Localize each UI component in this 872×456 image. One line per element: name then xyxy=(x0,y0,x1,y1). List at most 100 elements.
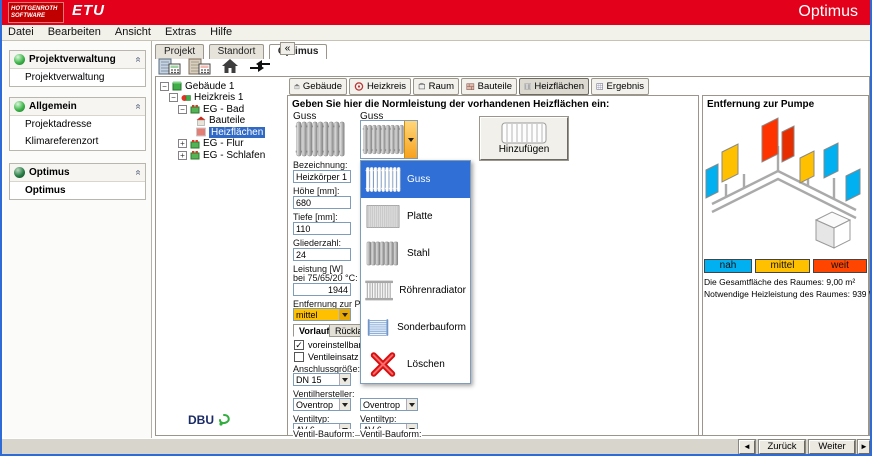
dropdown-option-stahl[interactable]: Stahl xyxy=(361,235,470,272)
step-bauteile[interactable]: Bauteile xyxy=(461,78,517,95)
tree-expander-icon[interactable]: + xyxy=(178,151,187,160)
hoehe-input[interactable] xyxy=(293,196,351,209)
checkbox-unchecked-icon[interactable] xyxy=(294,352,304,362)
anschluss-value: DN 15 xyxy=(294,375,339,385)
tree-expander-icon[interactable]: − xyxy=(178,105,187,114)
step-label: Heizflächen xyxy=(534,81,584,92)
fwd-arrow-button[interactable]: ► xyxy=(858,440,870,454)
building-calc-icon xyxy=(158,57,182,75)
sidebar-item-klimareferenzort[interactable]: Klimareferenzort xyxy=(10,133,145,150)
tree-row-heizflaechen[interactable]: Heizflächen xyxy=(196,126,265,138)
ventileinsatz-label: Ventileinsatz xyxy=(308,352,359,362)
bezeichnung-input[interactable] xyxy=(293,170,351,183)
menu-bearbeiten[interactable]: Bearbeiten xyxy=(48,26,101,39)
distance-weit-button[interactable]: weit xyxy=(813,259,867,273)
menu-datei[interactable]: Datei xyxy=(8,26,34,39)
dropdown-arrow-button[interactable] xyxy=(404,121,417,158)
tree-expander-icon[interactable]: − xyxy=(169,93,178,102)
circuit-step-icon xyxy=(354,81,364,92)
collapse-tree-button[interactable]: « xyxy=(280,42,295,55)
home-button[interactable] xyxy=(217,56,243,76)
sidebar-item-optimus[interactable]: Optimus xyxy=(10,182,145,199)
entfernung-value: mittel xyxy=(294,310,339,320)
entfernung-combo[interactable]: mittel xyxy=(293,308,351,321)
combo-arrow[interactable] xyxy=(406,399,417,410)
step-raum[interactable]: Raum xyxy=(413,78,459,95)
hersteller-combo[interactable]: Oventrop xyxy=(293,398,351,411)
tree-row-eg-flur[interactable]: + EG - Flur xyxy=(178,138,244,150)
dropdown-option-platte[interactable]: Platte xyxy=(361,198,470,235)
option-label: Sonderbauform xyxy=(397,322,466,333)
leistung-input[interactable] xyxy=(293,283,351,296)
step-label: Bauteile xyxy=(478,81,512,92)
section-header-projektverwaltung[interactable]: Projektverwaltung « xyxy=(10,51,145,69)
step-ergebnis[interactable]: Ergebnis xyxy=(591,78,649,95)
pump-panel-title: Entfernung zur Pumpe xyxy=(707,99,814,110)
distance-nah-button[interactable]: nah xyxy=(704,259,752,273)
anschluss-combo[interactable]: DN 15 xyxy=(293,373,351,386)
building-calc-icon xyxy=(188,57,212,75)
combo-arrow[interactable] xyxy=(339,309,350,320)
room-icon xyxy=(190,104,200,114)
gliederzahl-input[interactable] xyxy=(293,248,351,261)
project-tree: − Gebäude 1 − Heizkreis 1 − EG - Bad Bau… xyxy=(156,77,285,435)
transfer-button[interactable] xyxy=(247,56,273,76)
dropdown-option-roehrenradiator[interactable]: Röhrenradiator xyxy=(361,272,470,309)
components-step-icon xyxy=(466,81,475,92)
checkbox-checked-icon[interactable]: ✓ xyxy=(294,340,304,350)
tree-row-gebaeude[interactable]: − Gebäude 1 xyxy=(160,80,235,92)
back-button[interactable]: Zurück xyxy=(759,440,805,454)
prev-arrow-button[interactable]: ◄ xyxy=(739,440,755,454)
section-header-allgemein[interactable]: Allgemein « xyxy=(10,98,145,116)
building-calc-button[interactable] xyxy=(187,56,213,76)
dropdown-option-sonderbauform[interactable]: Sonderbauform xyxy=(361,309,470,346)
step-heizkreis[interactable]: Heizkreis xyxy=(349,78,411,95)
sidebar-section-allgemein: Allgemein « Projektadresse Klimareferenz… xyxy=(9,97,146,151)
step-gebaeude[interactable]: Gebäude xyxy=(289,78,347,95)
tab-optimus[interactable]: Optimus xyxy=(269,44,328,59)
radiator2-type-select[interactable] xyxy=(360,120,418,159)
tree-label: Bauteile xyxy=(209,115,245,126)
ventileinsatz-row[interactable]: Ventileinsatz xyxy=(294,352,359,362)
tree-row-eg-schlafen[interactable]: + EG - Schlafen xyxy=(178,149,265,161)
sidebar-item-projektverwaltung[interactable]: Projektverwaltung xyxy=(10,69,145,86)
step-label: Gebäude xyxy=(303,81,342,92)
bauform-label-2: Ventil-Bauform: xyxy=(360,429,422,439)
combo-arrow[interactable] xyxy=(339,399,350,410)
tree-row-bauteile[interactable]: Bauteile xyxy=(196,115,245,127)
distance-mittel-button[interactable]: mittel xyxy=(755,259,810,273)
voreinstellbar-row[interactable]: ✓ voreinstellbar xyxy=(294,340,362,350)
roehren-radiator-icon xyxy=(365,277,393,304)
sidebar: Projektverwaltung « Projektverwaltung Al… xyxy=(4,41,152,438)
dropdown-option-guss[interactable]: Guss xyxy=(361,161,470,198)
add-radiator-button[interactable]: Hinzufügen xyxy=(480,117,568,160)
app-title: Optimus xyxy=(798,3,858,21)
tree-row-heizkreis[interactable]: − Heizkreis 1 xyxy=(169,92,243,104)
sonderbauform-radiator-icon xyxy=(365,314,391,341)
tree-expander-icon[interactable]: + xyxy=(178,139,187,148)
step-heizflaechen[interactable]: Heizflächen xyxy=(519,78,589,95)
heating-circuit-icon xyxy=(181,93,191,103)
add-radiator-icon xyxy=(501,122,547,144)
titlebar: HOTTGENROTH SOFTWARE ETU Optimus xyxy=(0,0,872,25)
option-label: Löschen xyxy=(407,359,445,370)
chevron-down-icon xyxy=(409,403,415,407)
dropdown-option-loeschen[interactable]: Löschen xyxy=(361,346,470,383)
menu-hilfe[interactable]: Hilfe xyxy=(210,26,232,39)
gliederzahl-label: Gliederzahl: xyxy=(293,238,341,248)
option-label: Stahl xyxy=(407,248,430,259)
tree-row-eg-bad[interactable]: − EG - Bad xyxy=(178,103,244,115)
bauform-label: Ventil-Bauform: xyxy=(293,429,355,439)
radiator-type-dropdown: Guss Platte Stahl Röhrenradiator Sonderb… xyxy=(360,160,471,384)
menu-extras[interactable]: Extras xyxy=(165,26,196,39)
radiator1-image xyxy=(293,121,347,157)
project-calc-button[interactable] xyxy=(157,56,183,76)
combo-arrow[interactable] xyxy=(339,374,350,385)
tree-expander-icon[interactable]: − xyxy=(160,82,169,91)
hersteller-combo-2[interactable]: Oventrop xyxy=(360,398,418,411)
next-button[interactable]: Weiter xyxy=(809,440,855,454)
tiefe-input[interactable] xyxy=(293,222,351,235)
section-header-optimus[interactable]: Optimus « xyxy=(10,164,145,182)
menu-ansicht[interactable]: Ansicht xyxy=(115,26,151,39)
sidebar-item-projektadresse[interactable]: Projektadresse xyxy=(10,116,145,133)
